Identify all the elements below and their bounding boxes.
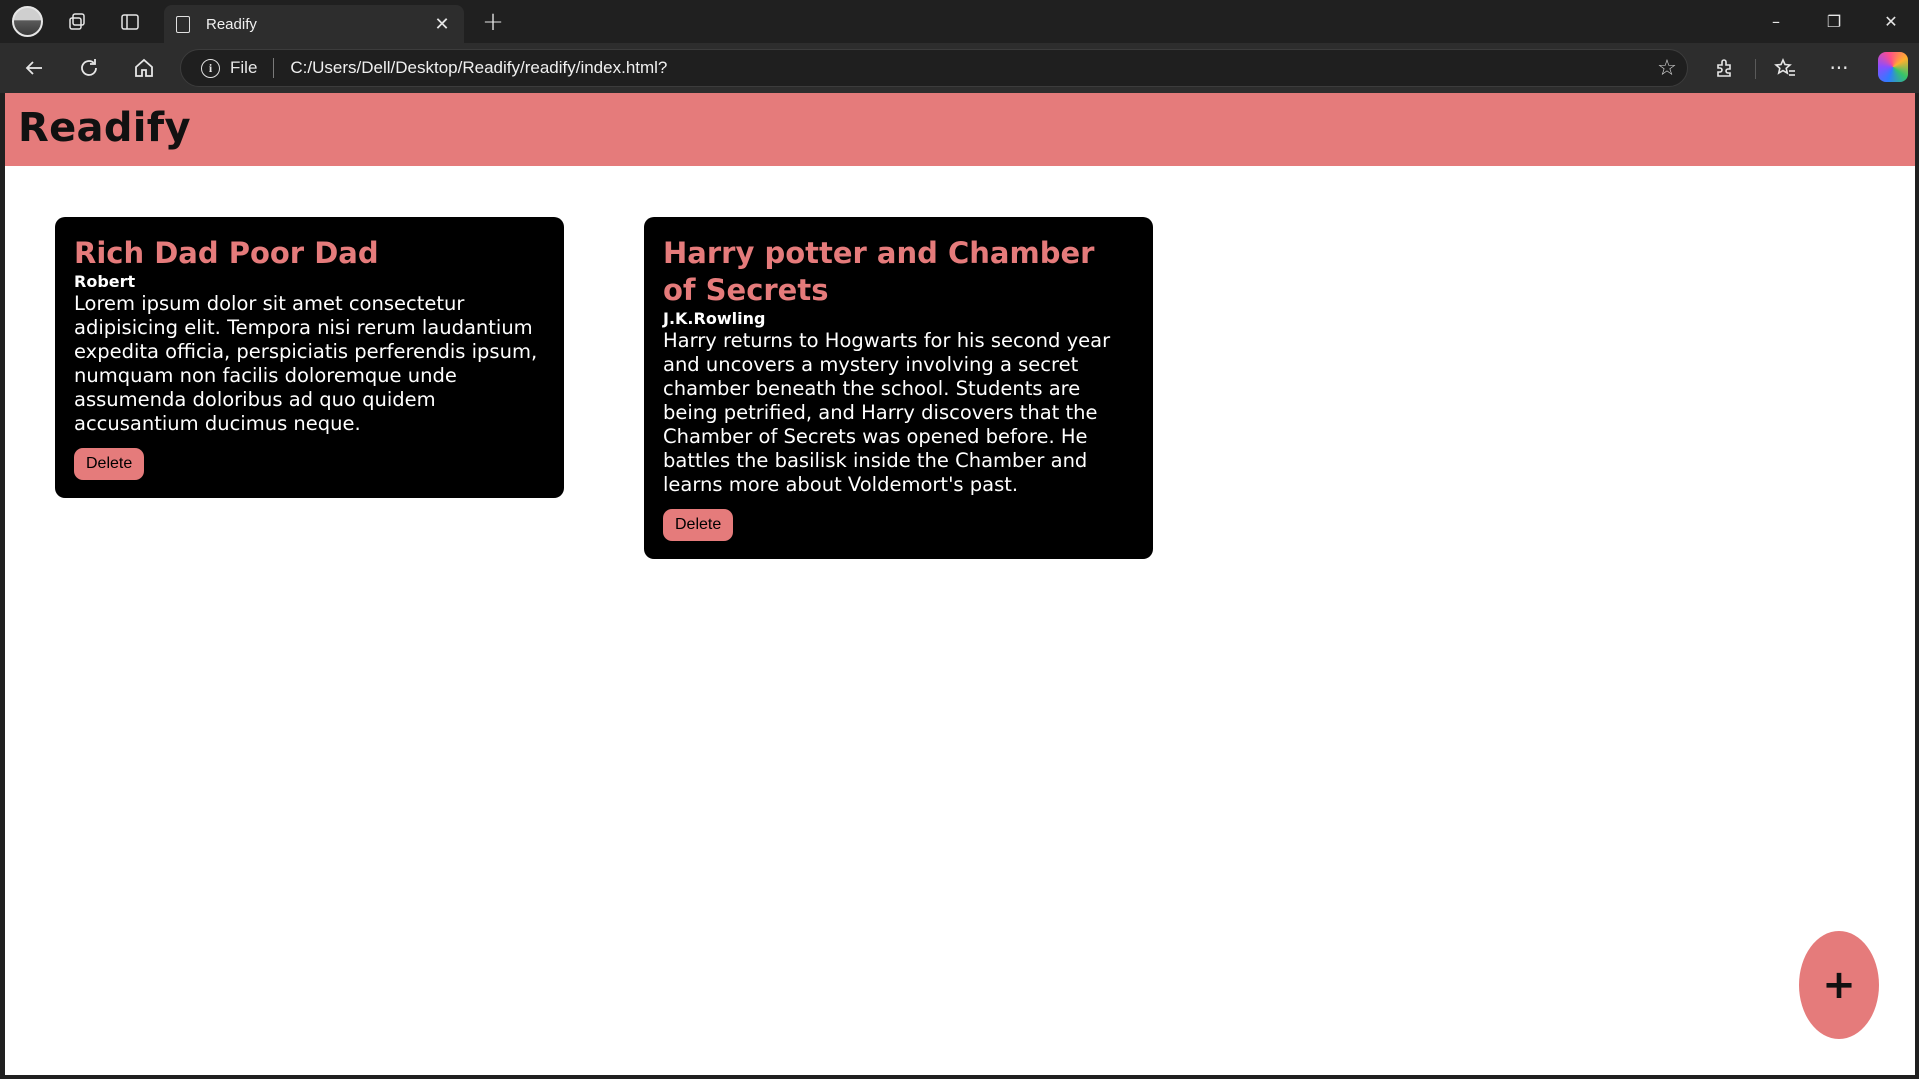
- window-close-button[interactable]: ✕: [1863, 0, 1919, 43]
- address-bar[interactable]: i File C:/Users/Dell/Desktop/Readify/rea…: [180, 49, 1688, 87]
- new-tab-button[interactable]: +: [478, 7, 508, 37]
- app-header: Readify: [5, 93, 1915, 166]
- book-title: Harry potter and Chamber of Secrets: [663, 236, 1095, 307]
- info-icon[interactable]: i: [201, 58, 220, 78]
- book-card: Harry potter and Chamber of Secrets J.K.…: [644, 217, 1153, 559]
- back-button[interactable]: [18, 52, 50, 84]
- page-icon: [176, 15, 190, 33]
- browser-titlebar: Readify ✕ + – ❐ ✕: [0, 0, 1919, 43]
- url-text[interactable]: C:/Users/Dell/Desktop/Readify/readify/in…: [290, 58, 1647, 78]
- book-description: Lorem ipsum dolor sit amet consectetur a…: [74, 292, 538, 435]
- book-card: Rich Dad Poor Dad Robert Lorem ipsum dol…: [55, 217, 564, 498]
- refresh-icon: [81, 59, 97, 76]
- workspaces-icon[interactable]: [63, 8, 91, 36]
- book-title: Rich Dad Poor Dad: [74, 236, 379, 270]
- toolbar-separator: [1755, 59, 1756, 79]
- vertical-tabs-icon[interactable]: [116, 8, 144, 36]
- favorites-button[interactable]: [1769, 52, 1801, 84]
- tab-readify[interactable]: Readify ✕: [164, 5, 464, 43]
- copilot-icon[interactable]: [1878, 52, 1908, 82]
- delete-button[interactable]: Delete: [663, 509, 734, 541]
- favorite-star-icon[interactable]: ☆: [1647, 56, 1687, 81]
- app-title: Readify: [18, 105, 191, 151]
- tab-close-icon[interactable]: ✕: [432, 14, 452, 35]
- delete-button[interactable]: Delete: [74, 448, 145, 480]
- address-divider: [273, 58, 275, 78]
- profile-avatar[interactable]: [12, 6, 43, 37]
- more-menu-button[interactable]: ···: [1823, 52, 1855, 84]
- tab-title: Readify: [206, 15, 257, 33]
- page-viewport: Readify Rich Dad Poor Dad Robert Lorem i…: [5, 93, 1915, 1075]
- home-button[interactable]: [128, 52, 160, 84]
- favorites-list-icon: [1774, 58, 1795, 76]
- refresh-button[interactable]: [73, 52, 105, 84]
- back-arrow-icon: [25, 61, 42, 75]
- extensions-button[interactable]: [1709, 52, 1741, 84]
- home-icon: [135, 58, 153, 77]
- scheme-label: File: [230, 58, 258, 77]
- browser-toolbar: i File C:/Users/Dell/Desktop/Readify/rea…: [0, 43, 1919, 93]
- restore-button[interactable]: ❐: [1806, 0, 1862, 43]
- window-bottom-edge: [0, 1075, 1919, 1079]
- more-dots-icon: ···: [1829, 56, 1849, 80]
- minimize-button[interactable]: –: [1748, 0, 1804, 43]
- book-author: Robert: [74, 272, 136, 291]
- book-author: J.K.Rowling: [663, 309, 766, 328]
- puzzle-icon: [1717, 59, 1731, 77]
- add-book-button[interactable]: +: [1799, 931, 1879, 1039]
- book-description: Harry returns to Hogwarts for his second…: [663, 329, 1111, 496]
